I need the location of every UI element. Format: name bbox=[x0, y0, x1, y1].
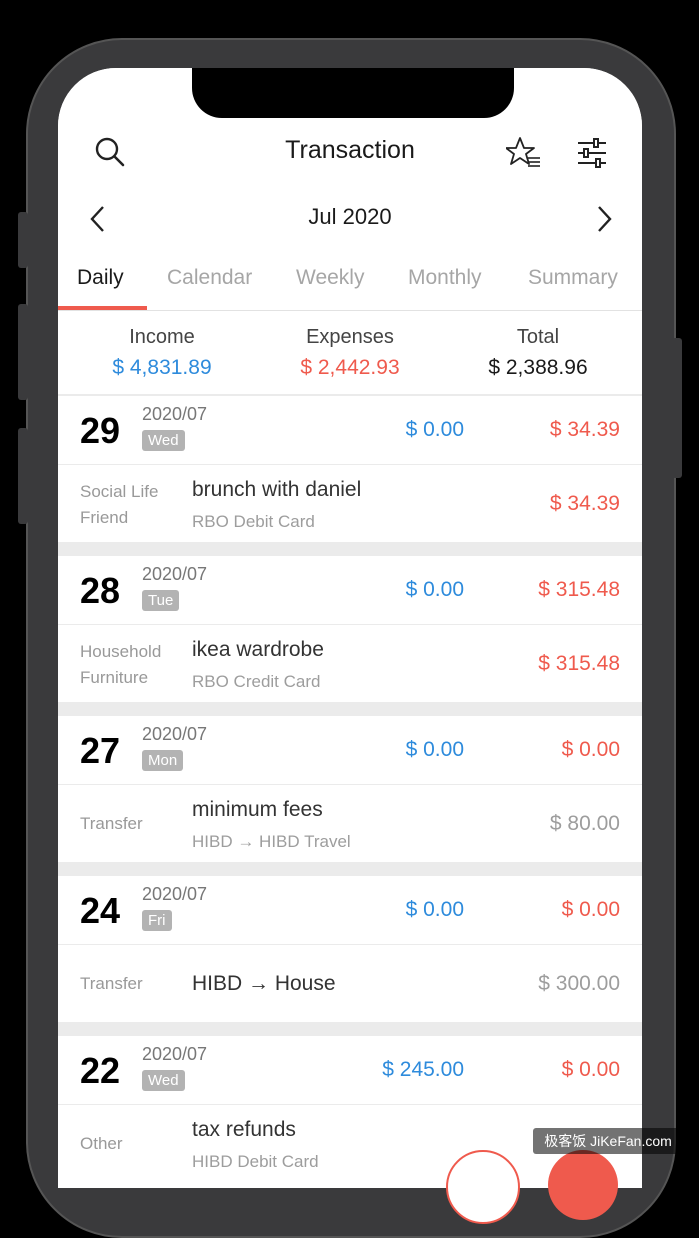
transaction-title: HIBD → House bbox=[192, 972, 336, 995]
phone-notch bbox=[192, 68, 514, 118]
watermark: 极客饭 JiKeFan.com bbox=[533, 1128, 683, 1154]
account-label: HIBD Debit Card bbox=[192, 1152, 319, 1171]
weekday-badge: Tue bbox=[142, 590, 180, 611]
day-year-month: 2020/07 bbox=[142, 404, 208, 424]
total-value: $ 2,388.96 bbox=[488, 356, 588, 379]
chevron-right-icon[interactable] bbox=[594, 204, 614, 234]
total-label: Total bbox=[516, 326, 560, 348]
day-expense: $ 34.39 bbox=[549, 418, 620, 441]
add-transaction-button[interactable] bbox=[548, 1150, 618, 1220]
day-expense: $ 315.48 bbox=[538, 578, 620, 601]
volume-down-button bbox=[18, 428, 28, 524]
page-title: Transaction bbox=[285, 136, 415, 164]
day-number: 29 bbox=[80, 410, 121, 451]
day-expense: $ 0.00 bbox=[561, 1058, 620, 1081]
day-group: 29 2020/07 Wed $ 0.00 $ 34.39 Social Lif… bbox=[58, 396, 642, 542]
day-group: 27 2020/07 Mon $ 0.00 $ 0.00 Transfer mi… bbox=[58, 716, 642, 862]
transaction-title: tax refunds bbox=[192, 1118, 296, 1141]
transaction-title: minimum fees bbox=[192, 798, 323, 821]
day-year-month: 2020/07 bbox=[142, 1044, 208, 1064]
weekday-badge: Wed bbox=[142, 430, 185, 451]
day-header[interactable]: 22 2020/07 Wed $ 245.00 $ 0.00 bbox=[58, 1036, 642, 1105]
day-income: $ 0.00 bbox=[405, 418, 464, 441]
transaction-title: ikea wardrobe bbox=[192, 638, 324, 661]
month-label[interactable]: Jul 2020 bbox=[58, 204, 642, 230]
day-expense: $ 0.00 bbox=[561, 898, 620, 921]
income-label: Income bbox=[129, 326, 195, 348]
category-label: Transfer bbox=[80, 974, 143, 993]
tab-daily[interactable]: Daily bbox=[77, 266, 124, 290]
day-number: 22 bbox=[80, 1050, 121, 1091]
day-year-month: 2020/07 bbox=[142, 564, 208, 584]
transaction-amount: $ 315.48 bbox=[538, 652, 620, 675]
day-group: 28 2020/07 Tue $ 0.00 $ 315.48 Household… bbox=[58, 556, 642, 702]
day-income: $ 0.00 bbox=[405, 898, 464, 921]
day-header[interactable]: 28 2020/07 Tue $ 0.00 $ 315.48 bbox=[58, 556, 642, 625]
tab-summary[interactable]: Summary bbox=[528, 266, 618, 290]
day-number: 27 bbox=[80, 730, 121, 771]
power-button bbox=[672, 338, 682, 478]
star-list-icon[interactable] bbox=[506, 136, 542, 170]
weekday-badge: Fri bbox=[142, 910, 172, 931]
day-year-month: 2020/07 bbox=[142, 884, 208, 904]
transaction-amount: $ 80.00 bbox=[549, 812, 620, 835]
transaction-amount: $ 34.39 bbox=[549, 492, 620, 515]
category-label: Social Life bbox=[80, 482, 159, 501]
category-label: Other bbox=[80, 1134, 123, 1153]
day-header[interactable]: 27 2020/07 Mon $ 0.00 $ 0.00 bbox=[58, 716, 642, 785]
transaction-title: brunch with daniel bbox=[192, 478, 362, 501]
weekday-badge: Mon bbox=[142, 750, 184, 771]
tab-monthly[interactable]: Monthly bbox=[408, 266, 482, 290]
bookmark-fab-button[interactable] bbox=[446, 1150, 520, 1224]
tab-calendar[interactable]: Calendar bbox=[167, 266, 252, 290]
day-header[interactable]: 29 2020/07 Wed $ 0.00 $ 34.39 bbox=[58, 396, 642, 465]
category-label: Household bbox=[80, 642, 162, 661]
expenses-label: Expenses bbox=[306, 326, 394, 348]
subcategory-label: Furniture bbox=[80, 668, 149, 687]
category-label: Transfer bbox=[80, 814, 143, 833]
account-label: RBO Credit Card bbox=[192, 672, 321, 691]
subcategory-label: Friend bbox=[80, 508, 129, 527]
account-label: HIBD → HIBD Travel bbox=[192, 832, 351, 851]
day-header[interactable]: 24 2020/07 Fri $ 0.00 $ 0.00 bbox=[58, 876, 642, 945]
day-number: 28 bbox=[80, 570, 121, 611]
expenses-value: $ 2,442.93 bbox=[300, 356, 400, 379]
app-screen: Transaction Jul 2020 Daily Calendar Week… bbox=[58, 68, 642, 1188]
account-label: RBO Debit Card bbox=[192, 512, 315, 531]
income-value: $ 4,831.89 bbox=[112, 356, 212, 379]
day-number: 24 bbox=[80, 890, 121, 931]
weekday-badge: Wed bbox=[142, 1070, 185, 1091]
day-income: $ 0.00 bbox=[405, 578, 464, 601]
day-group: 24 2020/07 Fri $ 0.00 $ 0.00 Transfer HI… bbox=[58, 876, 642, 1022]
day-income: $ 245.00 bbox=[382, 1058, 464, 1081]
day-income: $ 0.00 bbox=[405, 738, 464, 761]
tab-bar: Daily Calendar Weekly Monthly Summary bbox=[58, 266, 642, 311]
volume-up-button bbox=[18, 304, 28, 400]
day-expense: $ 0.00 bbox=[561, 738, 620, 761]
mute-switch bbox=[18, 212, 28, 268]
tab-weekly[interactable]: Weekly bbox=[296, 266, 364, 290]
day-year-month: 2020/07 bbox=[142, 724, 208, 744]
transaction-amount: $ 300.00 bbox=[538, 972, 620, 995]
active-tab-indicator bbox=[58, 306, 147, 310]
sliders-icon[interactable] bbox=[576, 138, 608, 168]
